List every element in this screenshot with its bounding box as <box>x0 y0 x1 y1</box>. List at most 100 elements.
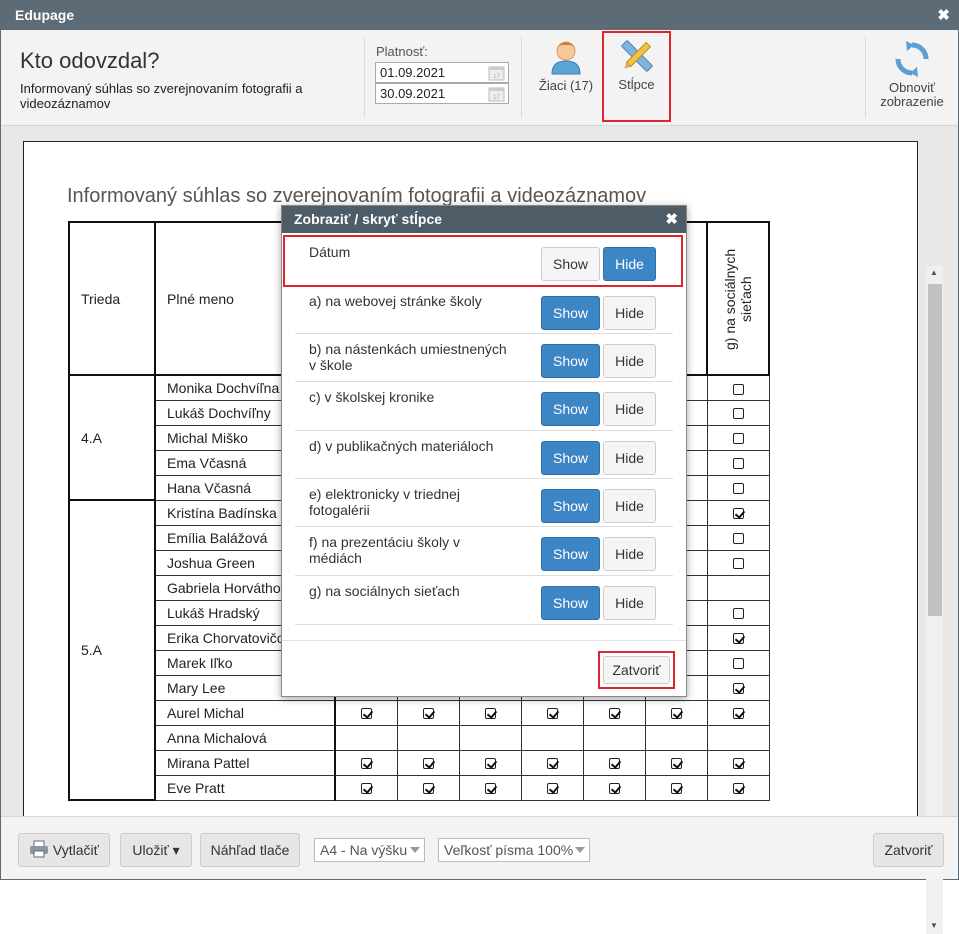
class-cell: 4.A <box>68 374 156 501</box>
date-from-field[interactable]: 01.09.2021 17 <box>375 62 509 83</box>
show-button[interactable]: Show <box>541 537 600 571</box>
consent-cell <box>334 774 398 801</box>
unchecked-checkbox-icon <box>732 558 744 570</box>
student-name-cell: Aurel Michal <box>154 699 336 726</box>
unchecked-checkbox-icon <box>732 483 744 495</box>
dialog-close-button[interactable]: Zatvoriť <box>603 656 670 684</box>
consent-cell <box>706 649 770 676</box>
date-row-highlight <box>283 235 683 287</box>
column-toggle-label: a) na webovej stránke školy <box>309 293 482 309</box>
close-window-icon[interactable]: ✖ <box>937 1 950 30</box>
scroll-down-icon[interactable]: ▼ <box>930 921 938 930</box>
refresh-button[interactable]: Obnoviť zobrazenie <box>875 40 949 109</box>
footer-toolbar: Vytlačiť Uložiť ▾ Náhľad tlače A4 - Na v… <box>1 816 958 879</box>
show-button[interactable]: Show <box>541 392 600 426</box>
consent-cell <box>706 499 770 526</box>
consent-cell <box>706 449 770 476</box>
calendar-icon[interactable]: 17 <box>488 64 505 81</box>
consent-cell <box>706 624 770 651</box>
close-button[interactable]: Zatvoriť <box>873 833 944 867</box>
students-button[interactable]: Žiaci (17) <box>535 39 597 93</box>
hide-button[interactable]: Hide <box>603 392 656 426</box>
column-toggle-label: f) na prezentáciu školy v médiách <box>309 534 460 566</box>
checked-checkbox-icon <box>732 758 744 770</box>
consent-cell <box>706 749 770 776</box>
column-toggle-row: b) na nástenkách umiestnených v škole Sho… <box>295 334 673 382</box>
printer-icon <box>30 840 48 858</box>
hide-button[interactable]: Hide <box>603 296 656 330</box>
consent-cell <box>582 724 646 751</box>
checked-checkbox-icon <box>360 708 372 720</box>
consent-cell <box>458 749 522 776</box>
scroll-up-icon[interactable]: ▲ <box>930 268 938 277</box>
print-label: Vytlačiť <box>52 842 99 858</box>
checked-checkbox-icon <box>670 708 682 720</box>
checked-checkbox-icon <box>732 633 744 645</box>
show-button[interactable]: Show <box>541 344 600 378</box>
consent-cell <box>334 699 398 726</box>
checked-checkbox-icon <box>484 783 496 795</box>
date-to-field[interactable]: 30.09.2021 17 <box>375 83 509 104</box>
class-cell: 5.A <box>68 499 156 801</box>
consent-cell <box>520 774 584 801</box>
checked-checkbox-icon <box>670 783 682 795</box>
scrollbar-thumb[interactable] <box>928 284 942 616</box>
hide-button[interactable]: Hide <box>603 441 656 475</box>
svg-text:17: 17 <box>493 74 500 80</box>
dialog-footer: Zatvoriť <box>282 640 686 697</box>
save-button[interactable]: Uložiť ▾ <box>120 833 192 867</box>
print-preview-button[interactable]: Náhľad tlače <box>200 833 300 867</box>
column-toggle-row: e) elektronicky v triednej fotogalérii Sh… <box>295 479 673 527</box>
column-toggle-label: c) v školskej kronike <box>309 389 435 405</box>
column-toggle-row: d) v publikačných materiáloch Show Hide <box>295 431 673 479</box>
consent-cell <box>520 724 584 751</box>
consent-cell <box>582 699 646 726</box>
close-dialog-icon[interactable]: ✖ <box>665 206 678 233</box>
consent-cell <box>706 724 770 751</box>
close-highlight: Zatvoriť <box>598 651 675 689</box>
checked-checkbox-icon <box>732 683 744 695</box>
checked-checkbox-icon <box>608 708 620 720</box>
column-header-class: Trieda <box>68 221 156 376</box>
show-button[interactable]: Show <box>541 489 600 523</box>
print-button[interactable]: Vytlačiť <box>18 833 110 867</box>
show-button[interactable]: Show <box>541 586 600 620</box>
checked-checkbox-icon <box>360 758 372 770</box>
checked-checkbox-icon <box>732 508 744 520</box>
checked-checkbox-icon <box>484 758 496 770</box>
window-title: Edupage <box>15 7 75 23</box>
consent-cell <box>334 724 398 751</box>
calendar-icon[interactable]: 17 <box>488 85 505 102</box>
refresh-label: Obnoviť zobrazenie <box>880 80 944 109</box>
consent-cell <box>582 749 646 776</box>
hide-button[interactable]: Hide <box>603 586 656 620</box>
student-name-cell: Eve Pratt <box>154 774 336 801</box>
checked-checkbox-icon <box>732 783 744 795</box>
column-toggle-row: g) na sociálnych sieťach Show Hide <box>295 576 673 625</box>
consent-cell <box>644 699 708 726</box>
column-header-g: g) na sociálnych sieťach <box>706 221 770 376</box>
font-size-select[interactable]: Veľkosť písma 100% <box>438 838 590 862</box>
date-to-value: 30.09.2021 <box>380 86 446 101</box>
hide-button[interactable]: Hide <box>603 489 656 523</box>
consent-cell <box>706 399 770 426</box>
student-name-cell: Mirana Pattel <box>154 749 336 776</box>
consent-cell <box>396 749 460 776</box>
consent-cell <box>582 774 646 801</box>
column-toggle-row: c) v školskej kronike Show Hide <box>295 382 673 431</box>
page-title: Kto odovzdal? <box>20 48 160 73</box>
hide-button[interactable]: Hide <box>603 537 656 571</box>
consent-cell <box>706 699 770 726</box>
paper-size-select[interactable]: A4 - Na výšku <box>314 838 425 862</box>
hide-button[interactable]: Hide <box>603 344 656 378</box>
students-label: Žiaci (17) <box>538 78 594 93</box>
show-button[interactable]: Show <box>541 441 600 475</box>
show-button[interactable]: Show <box>541 296 600 330</box>
consent-cell <box>520 749 584 776</box>
checked-checkbox-icon <box>546 758 558 770</box>
column-toggle-row: a) na webovej stránke školy Show Hide <box>295 286 673 334</box>
consent-cell <box>644 774 708 801</box>
consent-cell <box>396 724 460 751</box>
columns-dialog: Zobraziť / skryť stĺpce ✖ Dátum Show Hide a… <box>281 205 687 697</box>
checked-checkbox-icon <box>732 708 744 720</box>
